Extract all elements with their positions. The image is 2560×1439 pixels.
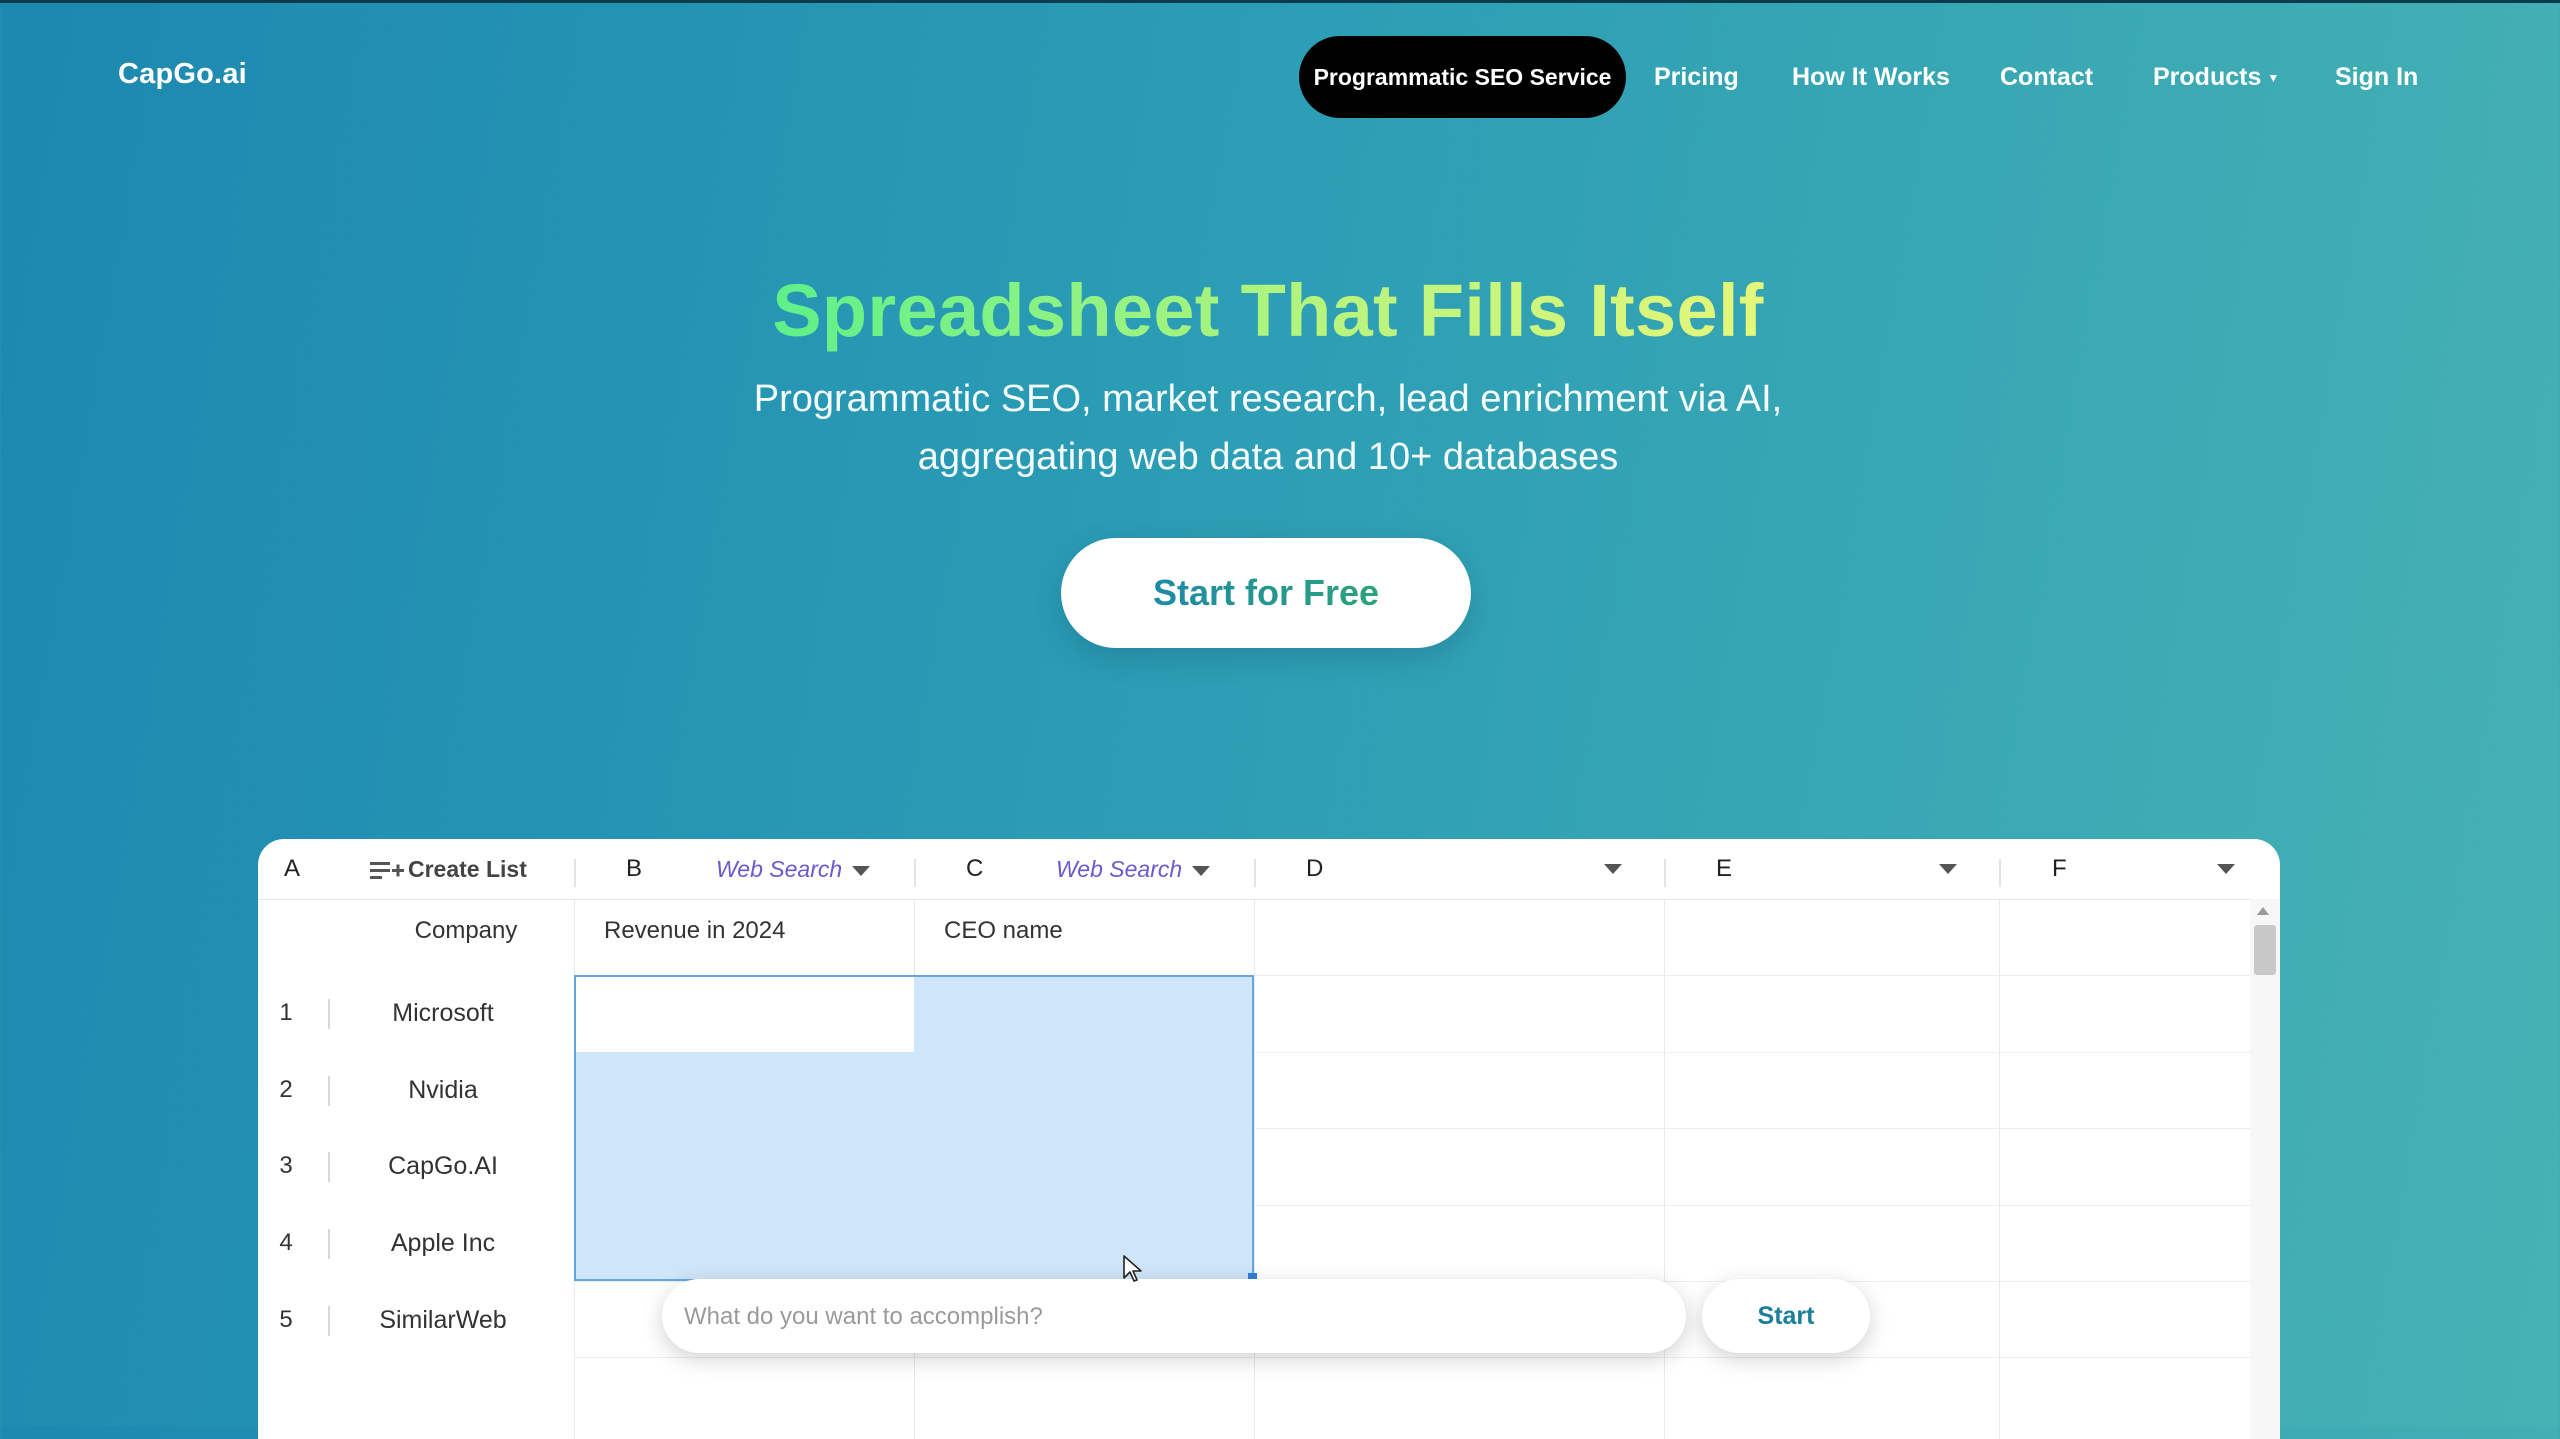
- header-divider: [1254, 859, 1256, 887]
- row-divider: [328, 999, 330, 1029]
- header-divider: [574, 859, 576, 887]
- column-b-source-label: Web Search: [716, 856, 843, 882]
- hero-subtitle: Programmatic SEO, market research, lead …: [0, 370, 2536, 486]
- row-divider: [328, 1306, 330, 1336]
- top-edge-line: [0, 0, 2560, 3]
- row-number: 3: [279, 1152, 293, 1179]
- caret-down-icon: ▼: [2267, 71, 2280, 86]
- nav-products[interactable]: Products ▼: [2153, 36, 2279, 118]
- company-cell[interactable]: Microsoft: [338, 999, 548, 1028]
- add-list-icon: [370, 861, 404, 879]
- column-header-row: A Create List B Web Search C Web Search …: [258, 839, 2280, 900]
- company-cell[interactable]: Apple Inc: [338, 1229, 548, 1258]
- row-number: 5: [279, 1306, 293, 1333]
- vertical-scrollbar[interactable]: [2250, 899, 2280, 1439]
- column-e-dropdown-arrow-icon[interactable]: [1939, 864, 1957, 874]
- nav-how-it-works[interactable]: How It Works: [1792, 36, 1950, 118]
- start-button[interactable]: Start: [1702, 1279, 1870, 1353]
- column-gridline: [1664, 899, 1665, 1439]
- header-divider: [1999, 859, 2001, 887]
- field-label-company[interactable]: Company: [358, 901, 574, 961]
- start-for-free-label: Start for Free: [1152, 572, 1380, 613]
- row-divider: [328, 1152, 330, 1182]
- column-letter-d: D: [1306, 855, 1324, 882]
- header-divider: [914, 859, 916, 887]
- column-letter-c: C: [966, 855, 984, 882]
- company-cell[interactable]: Nvidia: [338, 1076, 548, 1105]
- column-gridline: [1999, 899, 2000, 1439]
- hero-subtitle-line-1: Programmatic SEO, market research, lead …: [753, 378, 1783, 420]
- column-gridline: [1254, 899, 1255, 1439]
- spreadsheet-preview: A Create List B Web Search C Web Search …: [258, 839, 2280, 1439]
- column-letter-f: F: [2052, 855, 2067, 882]
- scroll-up-arrow-icon[interactable]: [2257, 907, 2269, 915]
- field-label-ceo[interactable]: CEO name: [944, 901, 1063, 961]
- dropdown-arrow-icon: [1192, 865, 1211, 876]
- row-number: 1: [279, 999, 293, 1026]
- hero-title: Spreadsheet That Fills Itself: [0, 268, 2536, 353]
- hero-title-text: Spreadsheet That Fills Itself: [772, 269, 1764, 352]
- selection-outline: [574, 975, 1254, 1281]
- scrollbar-thumb[interactable]: [2254, 925, 2276, 975]
- prompt-box: [662, 1279, 1686, 1355]
- company-cell[interactable]: SimilarWeb: [338, 1306, 548, 1335]
- nav-pricing[interactable]: Pricing: [1654, 36, 1739, 118]
- column-letter-a: A: [284, 855, 301, 882]
- column-letter-b: B: [626, 855, 643, 882]
- hero-subtitle-line-2: aggregating web data and 10+ databases: [917, 436, 1619, 478]
- row-divider: [328, 1229, 330, 1259]
- nav-programmatic-seo-button[interactable]: Programmatic SEO Service: [1299, 36, 1626, 118]
- column-b-source-dropdown[interactable]: Web Search: [716, 839, 871, 899]
- prompt-input[interactable]: [682, 1279, 1646, 1355]
- column-c-source-label: Web Search: [1056, 856, 1183, 882]
- header-divider: [1664, 859, 1666, 887]
- top-nav: Programmatic SEO Service Pricing How It …: [0, 36, 2560, 118]
- row-gridline: [574, 1357, 2264, 1358]
- column-d-dropdown-arrow-icon[interactable]: [1604, 864, 1622, 874]
- row-divider: [328, 1076, 330, 1106]
- column-f-dropdown-arrow-icon[interactable]: [2217, 864, 2235, 874]
- create-list-button[interactable]: Create List: [370, 839, 527, 899]
- column-letter-e: E: [1716, 855, 1733, 882]
- nav-sign-in[interactable]: Sign In: [2335, 36, 2418, 118]
- company-cell[interactable]: CapGo.AI: [338, 1152, 548, 1181]
- mouse-pointer-icon: [1123, 1255, 1142, 1282]
- row-number: 2: [279, 1076, 293, 1103]
- nav-contact[interactable]: Contact: [2000, 36, 2093, 118]
- field-label-revenue[interactable]: Revenue in 2024: [604, 901, 785, 961]
- nav-products-label: Products: [2153, 63, 2262, 91]
- start-for-free-button[interactable]: Start for Free: [1061, 538, 1471, 648]
- create-list-label: Create List: [408, 856, 527, 882]
- column-c-source-dropdown[interactable]: Web Search: [1056, 839, 1211, 899]
- row-number: 4: [279, 1229, 293, 1256]
- dropdown-arrow-icon: [852, 865, 871, 876]
